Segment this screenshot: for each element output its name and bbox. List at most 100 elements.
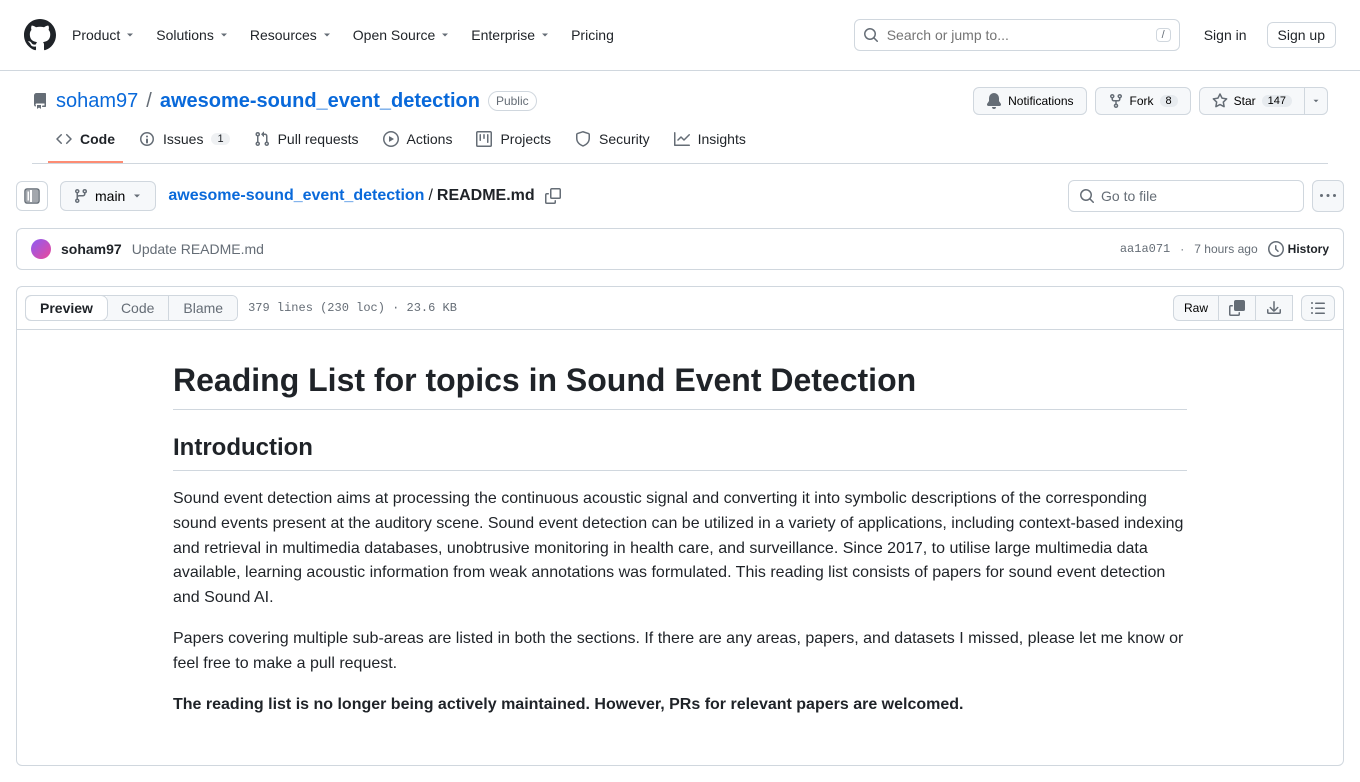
commit-author[interactable]: soham97 [61, 241, 122, 257]
repo-title: soham97 / awesome-sound_event_detection [56, 90, 480, 113]
paragraph: Sound event detection aims at processing… [173, 487, 1187, 611]
github-logo[interactable] [24, 19, 56, 51]
chevron-down-icon [439, 29, 451, 41]
star-count: 147 [1262, 95, 1292, 107]
chevron-down-icon [218, 29, 230, 41]
chevron-down-icon [539, 29, 551, 41]
commit-hash[interactable]: aa1a071 [1120, 242, 1170, 256]
tab-preview[interactable]: Preview [26, 296, 107, 320]
tab-blame[interactable]: Blame [168, 296, 237, 320]
file-stats: 379 lines (230 loc) · 23.6 KB [248, 301, 457, 315]
repo-owner-link[interactable]: soham97 [56, 90, 138, 113]
paragraph: Papers covering multiple sub-areas are l… [173, 627, 1187, 677]
page-title: Reading List for topics in Sound Event D… [173, 362, 1187, 410]
tree-toggle-button[interactable] [16, 181, 48, 211]
nav-resources[interactable]: Resources [250, 27, 333, 43]
search-icon [1079, 188, 1095, 204]
history-label: History [1288, 242, 1329, 256]
goto-placeholder: Go to file [1101, 188, 1157, 204]
code-icon [56, 131, 72, 147]
notifications-label: Notifications [1008, 94, 1073, 108]
branch-name: main [95, 188, 125, 204]
history-link[interactable]: History [1268, 241, 1329, 257]
chevron-down-icon [321, 29, 333, 41]
play-icon [383, 131, 399, 147]
sign-up-link[interactable]: Sign up [1267, 22, 1336, 48]
repo-icon [32, 93, 48, 109]
file-viewer: Preview Code Blame 379 lines (230 loc) ·… [16, 286, 1344, 766]
auth-links: Sign in Sign up [1196, 22, 1336, 48]
toolbar-right: Go to file [1068, 180, 1344, 212]
breadcrumb-sep: / [428, 187, 432, 205]
nav-open-source[interactable]: Open Source [353, 27, 452, 43]
tab-pull-requests[interactable]: Pull requests [246, 123, 367, 163]
view-mode-tabs: Preview Code Blame [25, 295, 238, 321]
goto-file-input[interactable]: Go to file [1068, 180, 1304, 212]
fork-count: 8 [1160, 95, 1178, 107]
file-toolbar: main awesome-sound_event_detection / REA… [16, 180, 1344, 212]
breadcrumb: awesome-sound_event_detection / README.m… [168, 187, 560, 205]
breadcrumb-root[interactable]: awesome-sound_event_detection [168, 187, 424, 205]
pr-icon [254, 131, 270, 147]
issues-icon [139, 131, 155, 147]
notifications-button[interactable]: Notifications [973, 87, 1086, 115]
copy-button[interactable] [1219, 295, 1256, 321]
search-icon [863, 27, 879, 43]
repo-actions: Notifications Fork 8 Star 147 [973, 87, 1328, 115]
sign-in-link[interactable]: Sign in [1196, 23, 1255, 47]
commit-time: 7 hours ago [1194, 242, 1257, 256]
tab-issues[interactable]: Issues1 [131, 123, 238, 163]
nav-solutions[interactable]: Solutions [156, 27, 230, 43]
download-button[interactable] [1256, 295, 1293, 321]
section-heading: Introduction [173, 434, 1187, 471]
fork-button[interactable]: Fork 8 [1095, 87, 1191, 115]
nav-product[interactable]: Product [72, 27, 136, 43]
main: main awesome-sound_event_detection / REA… [0, 164, 1360, 782]
chevron-down-icon [124, 29, 136, 41]
paragraph: The reading list is no longer being acti… [173, 693, 1187, 718]
commit-meta: aa1a071 · 7 hours ago History [1120, 241, 1329, 257]
main-nav: Product Solutions Resources Open Source … [72, 27, 614, 43]
search-input[interactable] [887, 27, 1148, 43]
history-icon [1268, 241, 1284, 257]
search-box[interactable]: / [854, 19, 1180, 51]
global-header: Product Solutions Resources Open Source … [0, 0, 1360, 71]
chevron-down-icon [131, 190, 143, 202]
tab-insights[interactable]: Insights [666, 123, 754, 163]
fork-icon [1108, 93, 1124, 109]
graph-icon [674, 131, 690, 147]
search-kbd: / [1156, 28, 1171, 42]
tab-code-view[interactable]: Code [107, 296, 168, 320]
commit-message[interactable]: Update README.md [132, 241, 264, 257]
nav-pricing[interactable]: Pricing [571, 27, 614, 43]
repo-name-link[interactable]: awesome-sound_event_detection [160, 90, 480, 113]
commit-info: soham97 Update README.md aa1a071 · 7 hou… [16, 228, 1344, 270]
raw-button[interactable]: Raw [1173, 295, 1219, 321]
star-button[interactable]: Star 147 [1199, 87, 1305, 115]
repo-header: soham97 / awesome-sound_event_detection … [0, 71, 1360, 164]
tab-code[interactable]: Code [48, 123, 123, 163]
outline-button[interactable] [1301, 295, 1335, 321]
file-actions: Raw [1173, 295, 1335, 321]
branch-icon [73, 188, 89, 204]
breadcrumb-file: README.md [437, 187, 535, 205]
nav-enterprise[interactable]: Enterprise [471, 27, 551, 43]
copy-path-button[interactable] [545, 188, 561, 204]
avatar[interactable] [31, 239, 51, 259]
more-button[interactable] [1312, 180, 1344, 212]
tab-actions[interactable]: Actions [375, 123, 461, 163]
branch-select[interactable]: main [60, 181, 156, 211]
table-icon [476, 131, 492, 147]
star-icon [1212, 93, 1228, 109]
tab-security[interactable]: Security [567, 123, 658, 163]
file-header: Preview Code Blame 379 lines (230 loc) ·… [17, 287, 1343, 330]
star-dropdown[interactable] [1305, 87, 1328, 115]
repo-title-row: soham97 / awesome-sound_event_detection … [32, 87, 1328, 115]
tab-projects[interactable]: Projects [468, 123, 559, 163]
fork-label: Fork [1130, 94, 1154, 108]
repo-sep: / [146, 90, 152, 113]
shield-icon [575, 131, 591, 147]
bell-icon [986, 93, 1002, 109]
repo-tabs: Code Issues1 Pull requests Actions Proje… [32, 123, 1328, 164]
star-label: Star [1234, 94, 1256, 108]
